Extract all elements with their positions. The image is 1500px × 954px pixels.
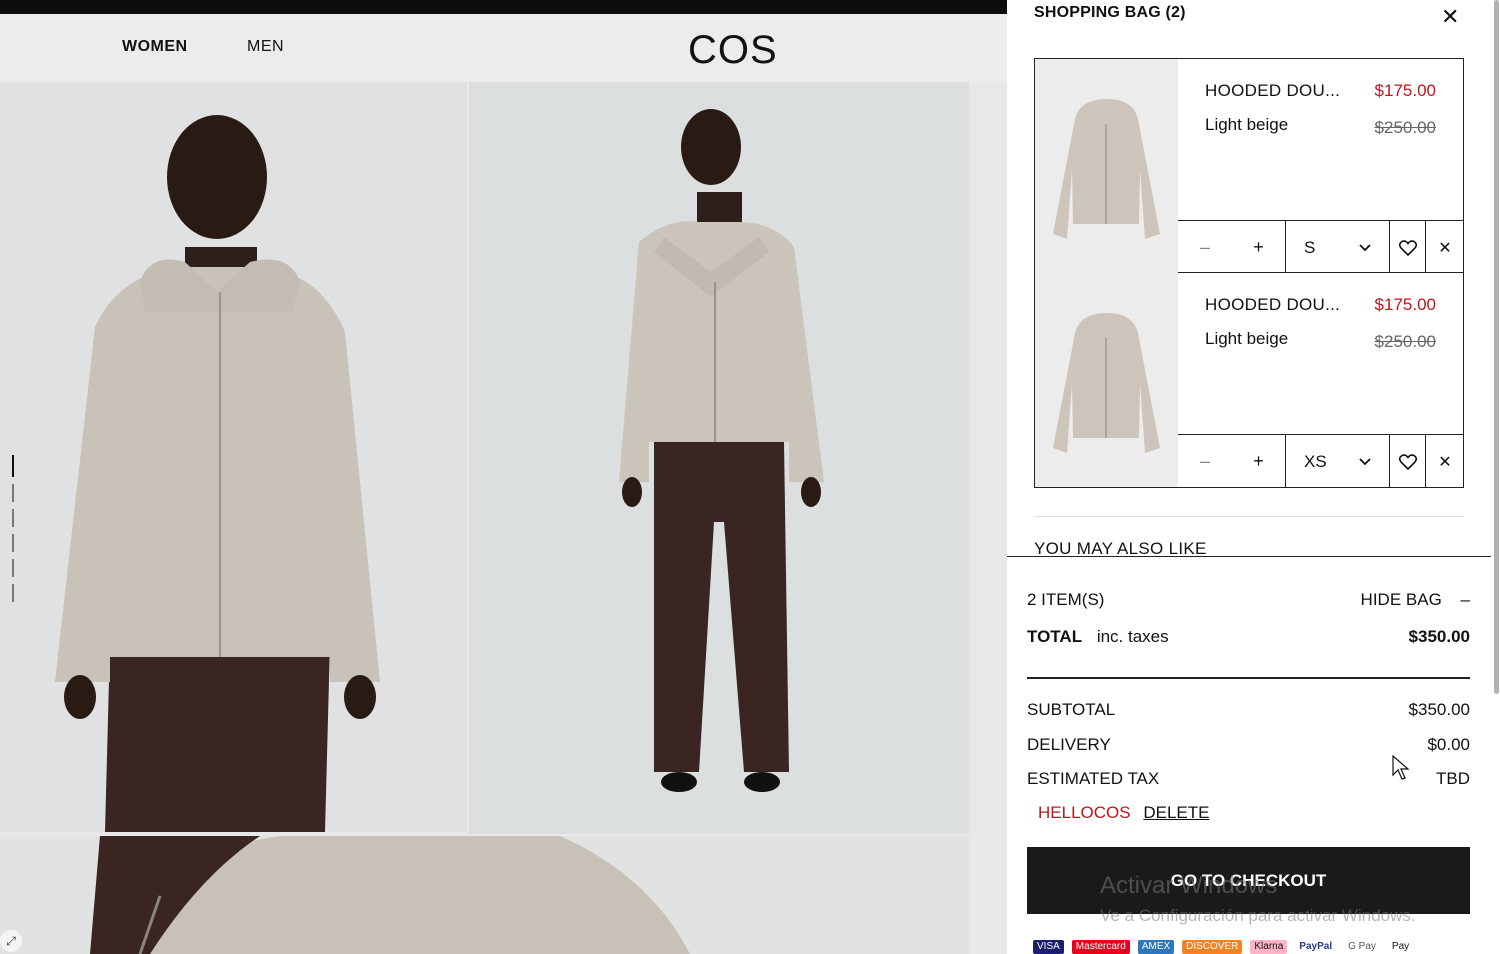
wishlist-heart-icon[interactable] (1390, 435, 1426, 488)
hide-bag-button[interactable]: HIDE BAG – (1361, 590, 1470, 610)
decrease-quantity-button[interactable]: – (1178, 435, 1232, 488)
total-row: TOTAL inc. taxes $350.00 (1027, 627, 1470, 647)
mouse-cursor-icon (1392, 755, 1410, 780)
bag-scrollbar[interactable] (1493, 0, 1500, 694)
minus-icon: – (1460, 590, 1470, 609)
payment-methods: VISA Mastercard AMEX DISCOVER Klarna Pay… (1033, 940, 1414, 954)
item-sale-price: $175.00 (1374, 81, 1436, 100)
google-pay-icon: G Pay (1344, 940, 1380, 954)
page-gutter (969, 82, 1007, 954)
delete-promo-link[interactable]: DELETE (1143, 803, 1209, 822)
increase-quantity-button[interactable]: + (1232, 221, 1286, 274)
expand-icon[interactable]: ⤢ (0, 930, 22, 952)
image-slider-indicator[interactable] (12, 455, 16, 620)
delivery-row: DELIVERY $0.00 (1027, 735, 1470, 755)
item-color: Light beige (1205, 115, 1289, 134)
items-count: 2 ITEM(S) (1027, 590, 1105, 609)
amex-icon: AMEX (1137, 940, 1175, 954)
paypal-icon: PayPal (1295, 940, 1337, 954)
visa-icon: VISA (1033, 940, 1064, 954)
increase-quantity-button[interactable]: + (1232, 435, 1286, 488)
item-original-price: $250.00 (1374, 118, 1436, 137)
apple-pay-icon: Pay (1387, 940, 1414, 954)
item-thumbnail[interactable] (1035, 59, 1178, 273)
subtotal-label: SUBTOTAL (1027, 700, 1116, 719)
delivery-value: $0.00 (1427, 735, 1470, 754)
top-bar (0, 0, 1007, 14)
tax-label: ESTIMATED TAX (1027, 769, 1160, 788)
chevron-down-icon (1359, 457, 1371, 465)
item-thumbnail[interactable] (1035, 273, 1178, 487)
item-original-price: $250.00 (1374, 332, 1436, 351)
delivery-label: DELIVERY (1027, 735, 1111, 754)
decrease-quantity-button[interactable]: – (1178, 221, 1232, 274)
cos-logo[interactable]: COS (688, 28, 778, 73)
items-count-row: 2 ITEM(S) HIDE BAG – (1027, 590, 1470, 610)
subtotal-value: $350.00 (1408, 700, 1470, 719)
hide-bag-label: HIDE BAG (1360, 590, 1442, 609)
total-suffix: inc. taxes (1096, 627, 1169, 646)
size-value: S (1304, 237, 1316, 257)
divider (1034, 516, 1464, 517)
product-image-full[interactable] (469, 82, 969, 834)
site-header: WOMEN MEN COS (0, 14, 1007, 82)
promo-code: HELLOCOS (1038, 803, 1131, 822)
bag-item: HOODED DOU... Light beige $175.00 $250.0… (1034, 58, 1464, 274)
item-color: Light beige (1205, 329, 1289, 348)
item-name[interactable]: HOODED DOU... (1205, 81, 1340, 101)
size-select[interactable]: S (1286, 221, 1390, 274)
size-value: XS (1304, 451, 1327, 471)
promo-code-row: HELLOCOS DELETE (1038, 803, 1209, 823)
remove-item-icon[interactable]: ✕ (1426, 221, 1464, 274)
item-controls: – + XS ✕ (1178, 434, 1464, 488)
product-page: WOMEN MEN COS ⤢ (0, 0, 1007, 954)
divider (1027, 677, 1470, 679)
nav-men[interactable]: MEN (247, 38, 284, 56)
size-select[interactable]: XS (1286, 435, 1390, 488)
bag-title: SHOPPING BAG (2) (1034, 4, 1186, 21)
item-name[interactable]: HOODED DOU... (1205, 295, 1340, 315)
nav-women[interactable]: WOMEN (122, 38, 188, 56)
wishlist-heart-icon[interactable] (1390, 221, 1426, 274)
shopping-bag-panel: SHOPPING BAG (2) ✕ HOODED DOU... Light b… (1007, 0, 1500, 954)
close-icon[interactable]: ✕ (1441, 4, 1459, 30)
total-value: $350.00 (1408, 627, 1470, 646)
product-image-detail[interactable] (0, 836, 969, 954)
discover-icon: DISCOVER (1182, 940, 1243, 954)
mastercard-icon: Mastercard (1071, 940, 1130, 954)
remove-item-icon[interactable]: ✕ (1426, 435, 1464, 488)
product-image-front[interactable] (0, 82, 467, 832)
chevron-down-icon (1359, 243, 1371, 251)
klarna-icon: Klarna (1250, 940, 1288, 954)
subtotal-row: SUBTOTAL $350.00 (1027, 700, 1470, 720)
order-summary: 2 ITEM(S) HIDE BAG – TOTAL inc. taxes $3… (1007, 556, 1491, 954)
item-controls: – + S ✕ (1178, 220, 1464, 274)
tax-value: TBD (1436, 769, 1470, 788)
checkout-button[interactable]: GO TO CHECKOUT (1027, 847, 1470, 914)
item-sale-price: $175.00 (1374, 295, 1436, 314)
bag-item: HOODED DOU... Light beige $175.00 $250.0… (1034, 273, 1464, 488)
total-label: TOTAL (1027, 627, 1083, 646)
